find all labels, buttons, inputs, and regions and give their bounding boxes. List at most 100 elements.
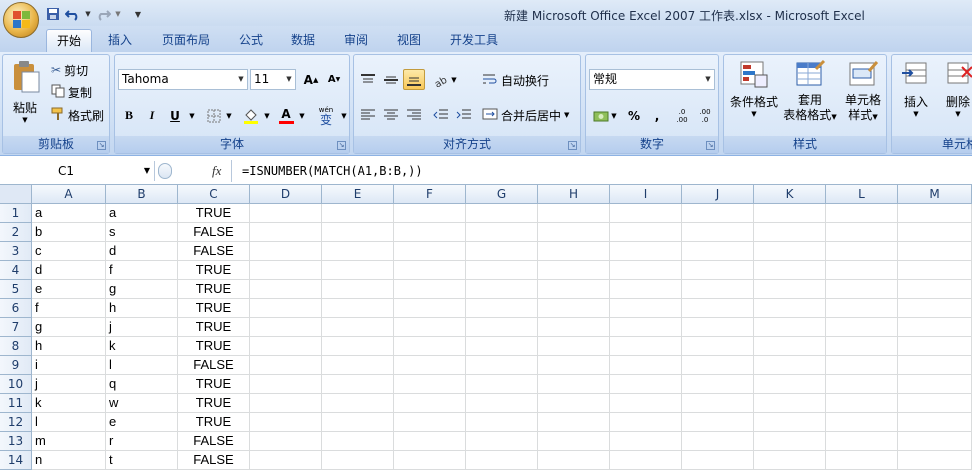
cell-j8[interactable] bbox=[682, 337, 754, 356]
cell-i7[interactable] bbox=[610, 318, 682, 337]
alignment-dialog-launcher[interactable]: ↘ bbox=[568, 141, 577, 150]
format-as-table-button[interactable]: 套用 表格格式▼ bbox=[782, 59, 838, 125]
cell-i1[interactable] bbox=[610, 204, 682, 223]
cell-f7[interactable] bbox=[394, 318, 466, 337]
cell-k1[interactable] bbox=[754, 204, 826, 223]
cell-k7[interactable] bbox=[754, 318, 826, 337]
column-header-k[interactable]: K bbox=[754, 185, 826, 204]
row-header[interactable]: 13 bbox=[0, 432, 32, 451]
cell-e13[interactable] bbox=[322, 432, 394, 451]
cell-c2[interactable]: FALSE bbox=[178, 223, 250, 242]
align-top-button[interactable] bbox=[357, 69, 379, 90]
copy-button[interactable]: 复制 bbox=[51, 82, 92, 102]
cell-b3[interactable]: d bbox=[106, 242, 178, 261]
cell-b10[interactable]: q bbox=[106, 375, 178, 394]
cell-k3[interactable] bbox=[754, 242, 826, 261]
cell-g1[interactable] bbox=[466, 204, 538, 223]
cell-d7[interactable] bbox=[250, 318, 322, 337]
column-header-e[interactable]: E bbox=[322, 185, 394, 204]
clipboard-dialog-launcher[interactable]: ↘ bbox=[97, 141, 106, 150]
cell-e12[interactable] bbox=[322, 413, 394, 432]
cell-h3[interactable] bbox=[538, 242, 610, 261]
cell-e9[interactable] bbox=[322, 356, 394, 375]
cell-g10[interactable] bbox=[466, 375, 538, 394]
cell-c11[interactable]: TRUE bbox=[178, 394, 250, 413]
cell-b14[interactable]: t bbox=[106, 451, 178, 470]
cell-j4[interactable] bbox=[682, 261, 754, 280]
cell-a4[interactable]: d bbox=[32, 261, 106, 280]
redo-dropdown-icon[interactable]: ▼ bbox=[114, 5, 122, 23]
cell-k9[interactable] bbox=[754, 356, 826, 375]
tab-insert[interactable]: 插入 bbox=[98, 29, 142, 52]
increase-indent-button[interactable] bbox=[453, 104, 475, 125]
column-header-l[interactable]: L bbox=[826, 185, 898, 204]
cell-d13[interactable] bbox=[250, 432, 322, 451]
cell-k13[interactable] bbox=[754, 432, 826, 451]
cell-i11[interactable] bbox=[610, 394, 682, 413]
cell-k6[interactable] bbox=[754, 299, 826, 318]
row-header[interactable]: 2 bbox=[0, 223, 32, 242]
cell-l6[interactable] bbox=[826, 299, 898, 318]
cell-j2[interactable] bbox=[682, 223, 754, 242]
grow-font-button[interactable]: A ▲ bbox=[300, 69, 322, 90]
cell-f9[interactable] bbox=[394, 356, 466, 375]
wrap-text-button[interactable]: 自动换行 bbox=[482, 70, 549, 90]
cell-c9[interactable]: FALSE bbox=[178, 356, 250, 375]
row-header[interactable]: 8 bbox=[0, 337, 32, 356]
cell-i12[interactable] bbox=[610, 413, 682, 432]
orientation-button[interactable]: ab ▼ bbox=[430, 69, 460, 90]
formula-input[interactable]: =ISNUMBER(MATCH(A1,B:B,)) bbox=[242, 160, 423, 182]
cell-m11[interactable] bbox=[898, 394, 972, 413]
cell-h11[interactable] bbox=[538, 394, 610, 413]
customize-qat-icon[interactable]: ▼ bbox=[132, 5, 144, 23]
cell-c1[interactable]: TRUE bbox=[178, 204, 250, 223]
cell-e7[interactable] bbox=[322, 318, 394, 337]
cell-l8[interactable] bbox=[826, 337, 898, 356]
cell-i13[interactable] bbox=[610, 432, 682, 451]
cell-a10[interactable]: j bbox=[32, 375, 106, 394]
cell-h9[interactable] bbox=[538, 356, 610, 375]
cell-h10[interactable] bbox=[538, 375, 610, 394]
cell-m13[interactable] bbox=[898, 432, 972, 451]
cell-b4[interactable]: f bbox=[106, 261, 178, 280]
cell-h5[interactable] bbox=[538, 280, 610, 299]
tab-data[interactable]: 数据 bbox=[281, 29, 325, 52]
phonetic-button[interactable]: wén 变 bbox=[313, 105, 339, 126]
increase-decimal-button[interactable]: .0 .00 bbox=[671, 105, 693, 126]
tab-page-layout[interactable]: 页面布局 bbox=[152, 29, 220, 52]
tab-developer[interactable]: 开发工具 bbox=[440, 29, 508, 52]
cell-l10[interactable] bbox=[826, 375, 898, 394]
cell-h8[interactable] bbox=[538, 337, 610, 356]
cell-h14[interactable] bbox=[538, 451, 610, 470]
cell-a1[interactable]: a bbox=[32, 204, 106, 223]
fill-color-button[interactable] bbox=[240, 105, 262, 126]
cell-i14[interactable] bbox=[610, 451, 682, 470]
cell-j5[interactable] bbox=[682, 280, 754, 299]
cell-l4[interactable] bbox=[826, 261, 898, 280]
shrink-font-button[interactable]: A ▼ bbox=[323, 69, 345, 90]
bold-button[interactable]: B bbox=[118, 105, 140, 126]
cell-c4[interactable]: TRUE bbox=[178, 261, 250, 280]
cell-a7[interactable]: g bbox=[32, 318, 106, 337]
cell-f8[interactable] bbox=[394, 337, 466, 356]
align-bottom-button[interactable] bbox=[403, 69, 425, 90]
cell-m9[interactable] bbox=[898, 356, 972, 375]
cell-e8[interactable] bbox=[322, 337, 394, 356]
cell-j14[interactable] bbox=[682, 451, 754, 470]
cell-l11[interactable] bbox=[826, 394, 898, 413]
font-color-dropdown-icon[interactable]: ▼ bbox=[297, 105, 307, 126]
cell-m4[interactable] bbox=[898, 261, 972, 280]
cell-a8[interactable]: h bbox=[32, 337, 106, 356]
row-header[interactable]: 5 bbox=[0, 280, 32, 299]
cell-j7[interactable] bbox=[682, 318, 754, 337]
save-icon[interactable] bbox=[44, 5, 62, 23]
cell-d6[interactable] bbox=[250, 299, 322, 318]
cell-k4[interactable] bbox=[754, 261, 826, 280]
underline-dropdown-icon[interactable]: ▼ bbox=[187, 105, 197, 126]
cell-b8[interactable]: k bbox=[106, 337, 178, 356]
format-painter-button[interactable]: 格式刷 bbox=[51, 105, 104, 125]
cell-d11[interactable] bbox=[250, 394, 322, 413]
cell-g8[interactable] bbox=[466, 337, 538, 356]
cell-m5[interactable] bbox=[898, 280, 972, 299]
cell-g4[interactable] bbox=[466, 261, 538, 280]
